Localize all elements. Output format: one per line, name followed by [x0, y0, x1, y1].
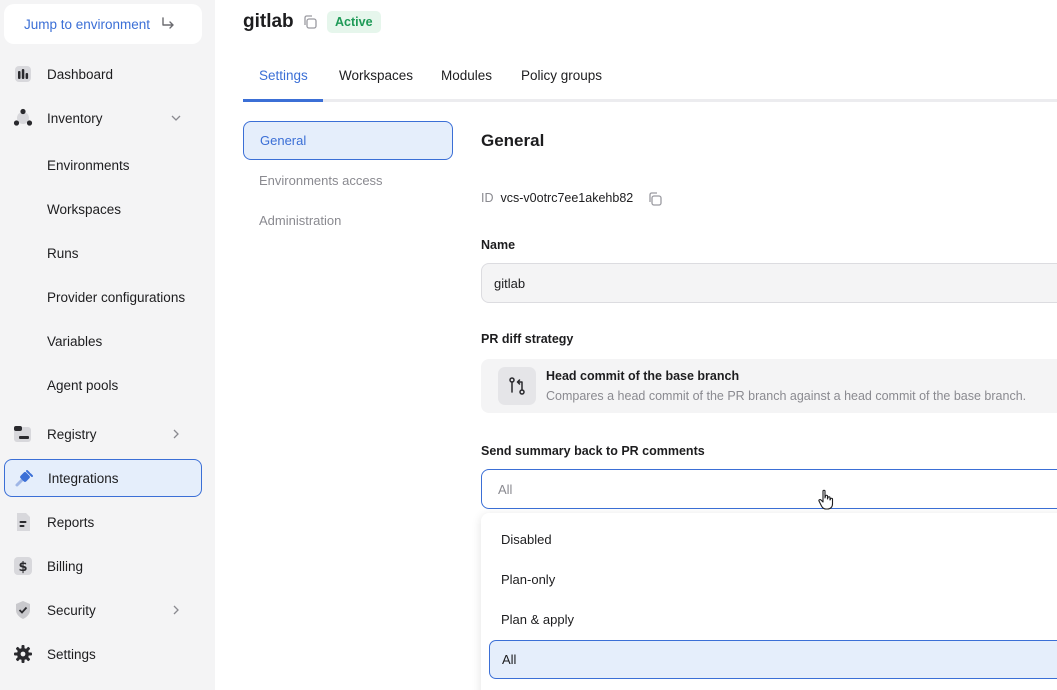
- sidebar: Jump to environment Dashboard Inventory …: [0, 0, 215, 690]
- name-input[interactable]: gitlab: [481, 263, 1057, 303]
- page-title: gitlab: [243, 11, 294, 32]
- sidebar-item-registry[interactable]: Registry: [4, 416, 202, 452]
- sidebar-item-label: Billing: [47, 558, 84, 574]
- sidebar-item-dashboard[interactable]: Dashboard: [4, 56, 202, 92]
- subnav-general[interactable]: General: [243, 121, 453, 160]
- shield-icon: [12, 599, 34, 621]
- id-label: ID: [481, 191, 494, 205]
- dashboard-icon: [12, 63, 34, 85]
- option-plan-only[interactable]: Plan-only: [489, 561, 1057, 598]
- summary-label: Send summary back to PR comments: [481, 444, 705, 458]
- jump-to-environment-label: Jump to environment: [24, 16, 151, 32]
- sidebar-item-settings[interactable]: Settings: [4, 636, 202, 672]
- sidebar-item-inventory[interactable]: Inventory: [4, 100, 202, 136]
- sidebar-item-label: Settings: [47, 646, 96, 662]
- sidebar-subitem-runs[interactable]: Runs: [47, 246, 79, 261]
- sidebar-subitem-variables[interactable]: Variables: [47, 334, 102, 349]
- copy-id-icon[interactable]: [647, 191, 663, 207]
- sidebar-subitem-workspaces[interactable]: Workspaces: [47, 202, 121, 217]
- pr-diff-strategy-label: PR diff strategy: [481, 332, 574, 346]
- id-row: ID vcs-v0otrc7ee1akehb82: [481, 191, 633, 205]
- billing-icon: $: [12, 555, 34, 577]
- pr-diff-strategy-title: Head commit of the base branch: [546, 369, 740, 383]
- option-disabled[interactable]: Disabled: [489, 521, 1057, 558]
- chevron-down-icon: [171, 115, 181, 121]
- summary-select[interactable]: All: [481, 469, 1057, 509]
- chevron-right-icon: [173, 429, 179, 439]
- section-title: General: [481, 131, 545, 150]
- gear-icon: [12, 643, 34, 665]
- status-badge: Active: [327, 11, 381, 33]
- subnav-administration[interactable]: Administration: [243, 201, 453, 240]
- sidebar-subitem-agent-pools[interactable]: Agent pools: [47, 378, 118, 393]
- sidebar-item-integrations[interactable]: Integrations: [4, 459, 202, 497]
- sidebar-item-reports[interactable]: Reports: [4, 504, 202, 540]
- chevron-right-icon: [173, 605, 179, 615]
- branch-compare-icon: [498, 367, 536, 405]
- sidebar-item-label: Security: [47, 602, 96, 618]
- pr-diff-strategy-card[interactable]: Head commit of the base branch Compares …: [481, 359, 1057, 413]
- pr-diff-strategy-description: Compares a head commit of the PR branch …: [546, 389, 1027, 403]
- sidebar-item-label: Dashboard: [47, 66, 114, 82]
- tab-workspaces[interactable]: Workspaces: [339, 68, 413, 83]
- active-tab-indicator: [243, 99, 323, 102]
- jump-to-environment-button[interactable]: Jump to environment: [4, 4, 202, 44]
- tab-modules[interactable]: Modules: [441, 68, 492, 83]
- subnav-environments-access[interactable]: Environments access: [243, 161, 453, 200]
- name-label: Name: [481, 238, 516, 252]
- copy-icon[interactable]: [302, 14, 318, 30]
- sidebar-item-label: Registry: [47, 426, 97, 442]
- hand-cursor-icon: [818, 489, 834, 510]
- main-content: gitlab Active Settings Workspaces Module…: [215, 0, 1057, 690]
- tab-settings[interactable]: Settings: [259, 68, 308, 83]
- option-plan-and-apply[interactable]: Plan & apply: [489, 601, 1057, 638]
- sidebar-item-label: Integrations: [48, 470, 119, 486]
- sidebar-item-label: Reports: [47, 514, 95, 530]
- sidebar-item-security[interactable]: Security: [4, 592, 202, 628]
- id-value: vcs-v0otrc7ee1akehb82: [500, 191, 634, 205]
- tab-bar: Settings Workspaces Modules Policy group…: [243, 62, 1057, 102]
- option-all[interactable]: All: [489, 640, 1057, 679]
- summary-dropdown-menu: Disabled Plan-only Plan & apply All: [481, 513, 1057, 690]
- reports-icon: [12, 511, 34, 533]
- tab-policy-groups[interactable]: Policy groups: [521, 68, 602, 83]
- integrations-icon: [13, 467, 35, 489]
- registry-icon: [12, 423, 34, 445]
- sidebar-item-label: Inventory: [47, 110, 103, 126]
- inventory-icon: [12, 107, 34, 129]
- sidebar-item-billing[interactable]: $ Billing: [4, 548, 202, 584]
- jump-arrow-icon: [162, 17, 174, 29]
- sidebar-subitem-provider-configurations[interactable]: Provider configurations: [47, 290, 185, 305]
- sidebar-subitem-environments[interactable]: Environments: [47, 158, 130, 173]
- svg-text:$: $: [18, 560, 27, 575]
